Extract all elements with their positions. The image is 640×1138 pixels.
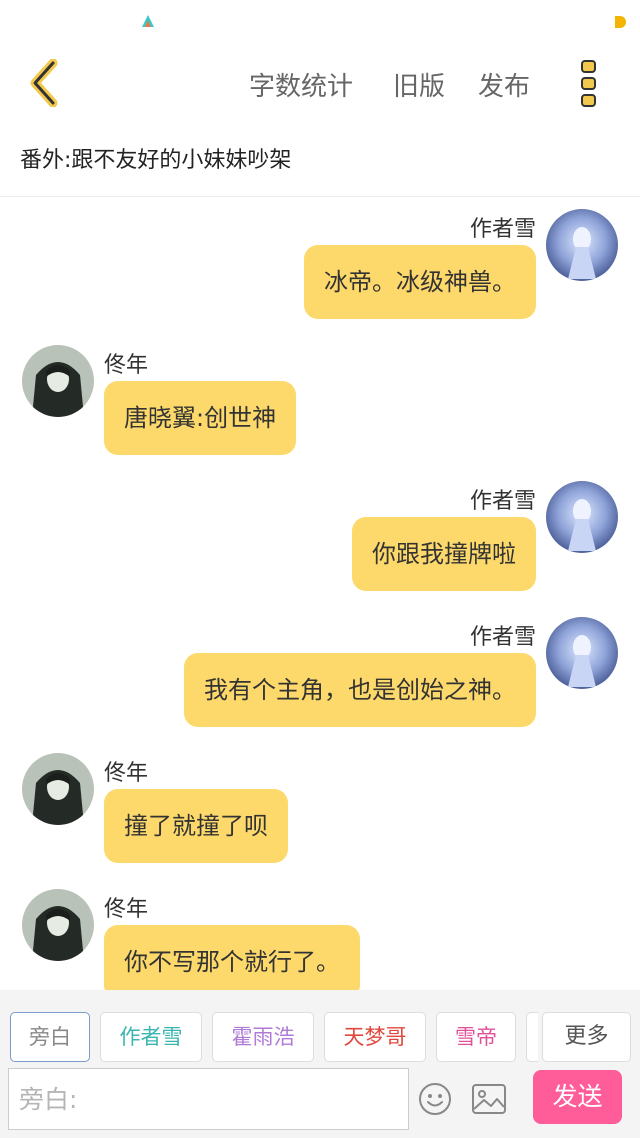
- avatar[interactable]: [546, 481, 618, 553]
- composer-panel: 旁白 作者雪 霍雨浩 天梦哥 雪帝 更多 发送: [0, 990, 640, 1138]
- battery-icon: [615, 16, 626, 28]
- more-roles-button[interactable]: 更多: [542, 1012, 631, 1062]
- avatar[interactable]: [22, 753, 94, 825]
- status-bar: [0, 0, 640, 44]
- role-button-partial[interactable]: [526, 1012, 538, 1062]
- chat-area[interactable]: 作者雪 冰帝。冰级神兽。 佟年 唐晓翼:创世神 作者雪 你跟我撞牌啦 作者雪 我…: [0, 197, 640, 990]
- message-bubble[interactable]: 唐晓翼:创世神: [104, 381, 297, 455]
- chevron-left-icon: [30, 59, 58, 107]
- send-button[interactable]: 发送: [533, 1070, 622, 1124]
- message-input-box[interactable]: [8, 1068, 409, 1130]
- message-bubble[interactable]: 我有个主角，也是创始之神。: [184, 653, 536, 727]
- top-bar: 字数统计 旧版 发布: [0, 44, 640, 124]
- more-vertical-icon[interactable]: [572, 56, 604, 112]
- role-huoyuhao-button[interactable]: 霍雨浩: [212, 1012, 314, 1062]
- message-bubble[interactable]: 撞了就撞了呗: [104, 789, 288, 863]
- sender-name: 作者雪: [469, 217, 536, 242]
- old-version-button[interactable]: 旧版: [393, 66, 445, 103]
- chapter-title: 番外:跟不友好的小妹妹吵架: [20, 148, 292, 173]
- role-xuedi-button[interactable]: 雪帝: [436, 1012, 516, 1062]
- sender-name: 佟年: [104, 897, 149, 922]
- message-input[interactable]: [9, 1069, 408, 1129]
- message-bubble[interactable]: 你不写那个就行了。: [104, 925, 360, 990]
- publish-button[interactable]: 发布: [478, 66, 530, 103]
- sender-name: 作者雪: [469, 625, 536, 650]
- image-icon[interactable]: [471, 1083, 507, 1115]
- avatar[interactable]: [22, 345, 94, 417]
- back-button[interactable]: [18, 58, 68, 108]
- sender-name: 作者雪: [469, 489, 536, 514]
- role-author-button[interactable]: 作者雪: [100, 1012, 202, 1062]
- avatar[interactable]: [22, 889, 94, 961]
- app-notification-icon: [142, 15, 154, 27]
- avatar[interactable]: [546, 209, 618, 281]
- role-narrator-button[interactable]: 旁白: [10, 1012, 90, 1062]
- word-count-button[interactable]: 字数统计: [249, 66, 353, 103]
- sender-name: 佟年: [104, 353, 149, 378]
- smiley-icon[interactable]: [418, 1082, 452, 1116]
- avatar[interactable]: [546, 617, 618, 689]
- message-bubble[interactable]: 你跟我撞牌啦: [352, 517, 536, 591]
- sender-name: 佟年: [104, 761, 149, 786]
- message-bubble[interactable]: 冰帝。冰级神兽。: [304, 245, 536, 319]
- role-tianmeng-button[interactable]: 天梦哥: [324, 1012, 426, 1062]
